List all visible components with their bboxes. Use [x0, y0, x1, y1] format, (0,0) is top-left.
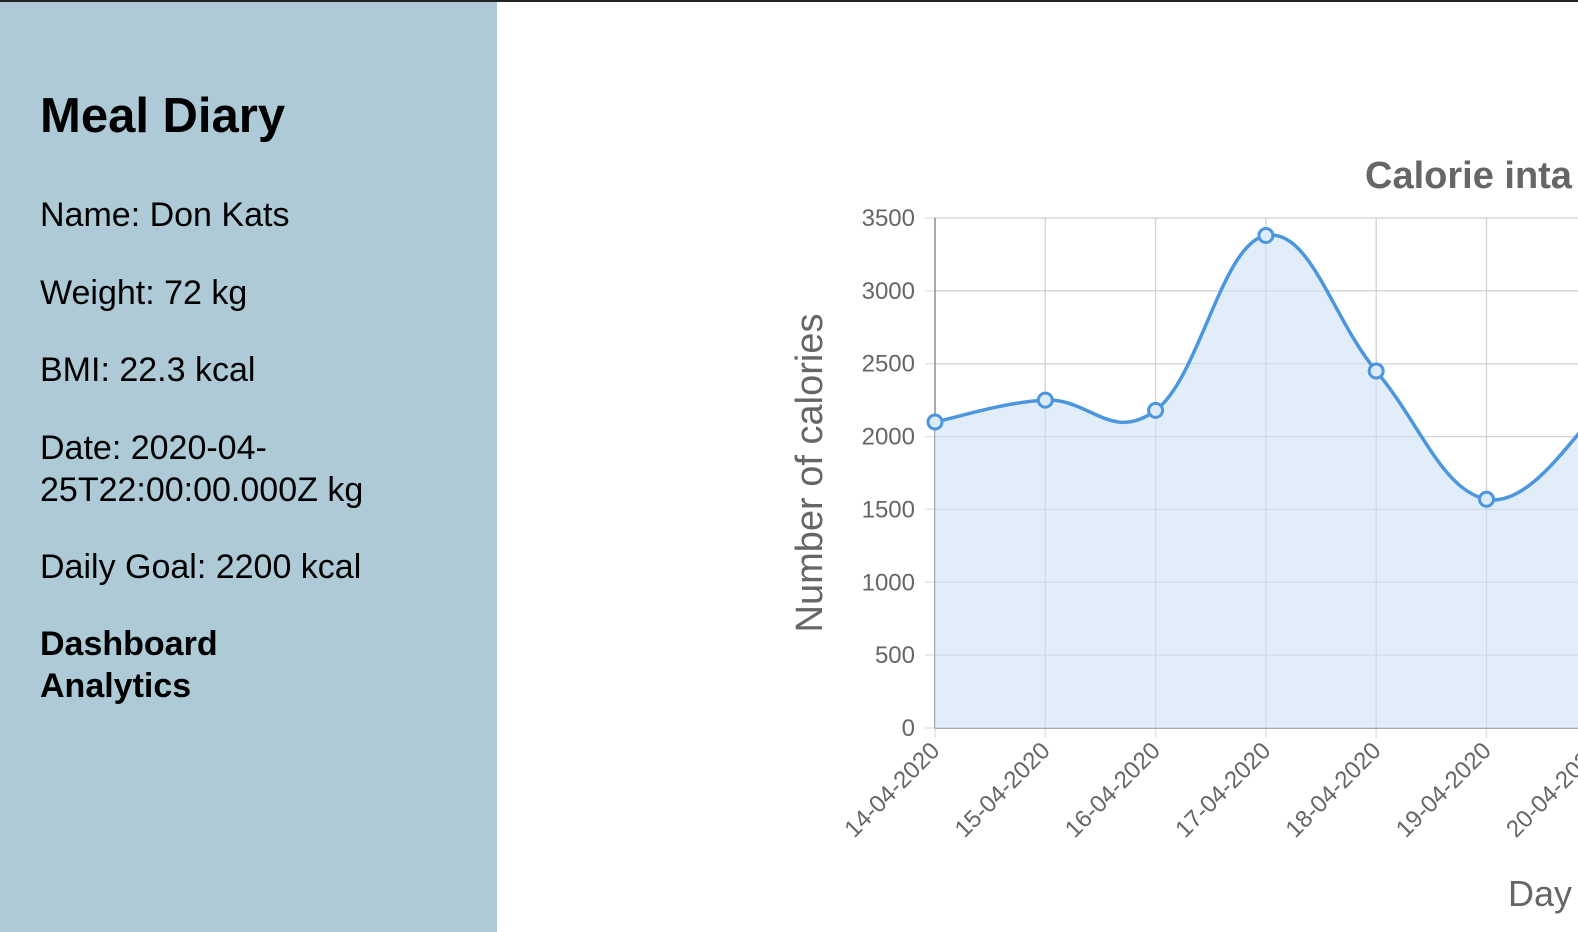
x-tick-label: 17-04-2020: [1170, 737, 1276, 843]
y-tick-label: 2500: [862, 351, 915, 378]
data-point: [1257, 226, 1275, 244]
data-point: [1147, 401, 1165, 419]
y-tick-label: 1500: [862, 496, 915, 523]
x-tick-label: 20-04-2020: [1501, 737, 1578, 843]
y-tick-label: 1000: [862, 569, 915, 596]
x-tick-label: 16-04-2020: [1060, 737, 1166, 843]
series-area: [935, 235, 1578, 728]
x-tick-label: 15-04-2020: [950, 737, 1056, 843]
data-point: [1478, 490, 1495, 508]
data-point: [926, 413, 944, 431]
calorie-chart: 0 500 1000 1500 2000 2500 3000 3500 14-04-2020 15…: [789, 155, 1578, 914]
y-tick-label: 2000: [862, 424, 915, 451]
x-tick-label: 19-04-2020: [1391, 737, 1497, 843]
data-point: [1367, 362, 1385, 380]
y-tick-label: 3000: [862, 278, 915, 305]
x-axis-title: Day: [1508, 873, 1572, 914]
y-tick-label: 500: [875, 642, 915, 669]
chart-title: Calorie inta: [1365, 155, 1573, 197]
x-tick-label: 18-04-2020: [1281, 737, 1387, 843]
y-axis-title: Number of calories: [789, 314, 831, 633]
data-point: [1036, 391, 1054, 409]
x-tick-label: 14-04-2020: [839, 737, 945, 843]
y-tick-label: 0: [902, 715, 915, 742]
y-tick-label: 3500: [862, 205, 915, 232]
